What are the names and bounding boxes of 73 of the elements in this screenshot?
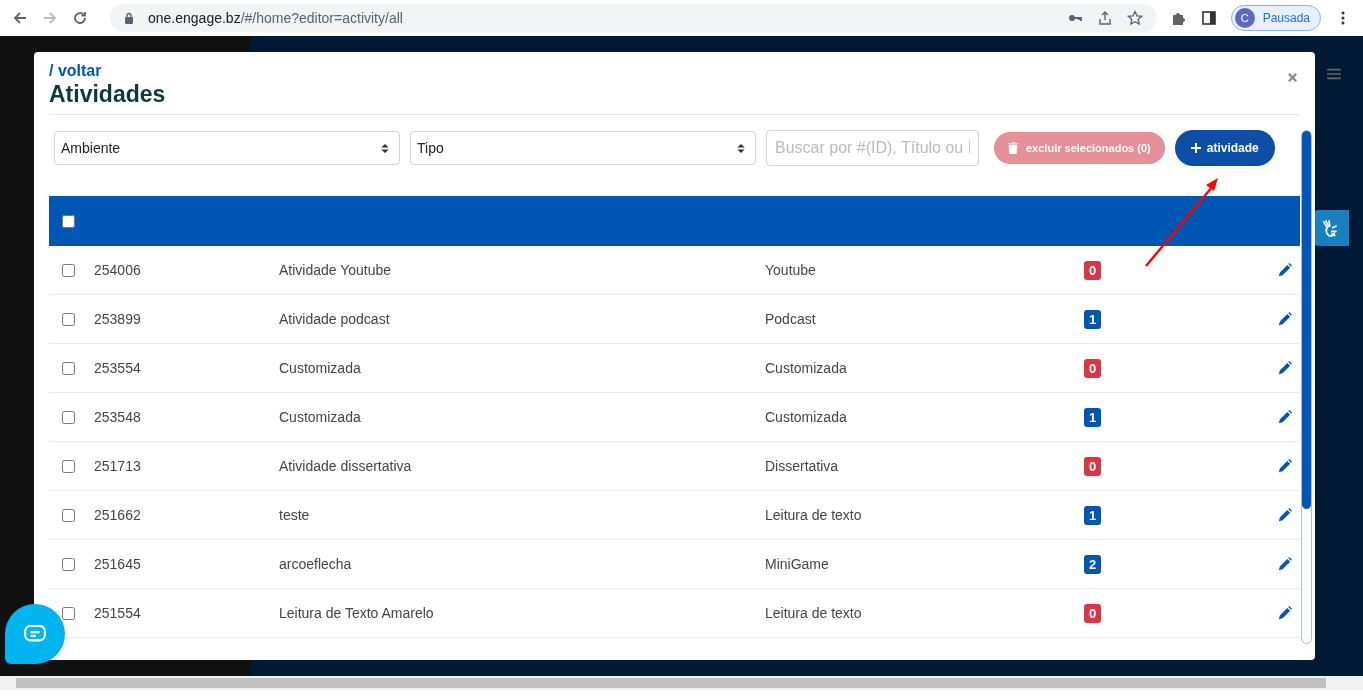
- count-badge: 1: [1084, 407, 1102, 427]
- sort-caret-icon: [381, 142, 389, 154]
- row-checkbox[interactable]: [62, 410, 75, 424]
- add-activity-button[interactable]: atividade: [1174, 130, 1275, 166]
- row-checkbox[interactable]: [62, 557, 75, 571]
- count-badge: 2: [1084, 554, 1102, 574]
- table-cell: 251662: [94, 507, 141, 523]
- puzzle-icon[interactable]: [1170, 10, 1187, 26]
- trash-icon: [1008, 142, 1018, 154]
- row-checkbox[interactable]: [62, 263, 75, 277]
- count-badge: 0: [1084, 260, 1102, 280]
- sidebar-icon[interactable]: [1200, 10, 1217, 26]
- row-checkbox[interactable]: [62, 459, 75, 473]
- row-checkbox[interactable]: [62, 312, 75, 326]
- reload-icon[interactable]: [72, 10, 88, 26]
- back-icon[interactable]: [12, 10, 28, 26]
- avatar: C: [1234, 8, 1255, 28]
- table-cell: Atividade Youtube: [279, 262, 392, 278]
- edit-icon[interactable]: [1277, 556, 1292, 572]
- star-icon[interactable]: [1126, 10, 1143, 26]
- lock-icon: [124, 12, 134, 24]
- edit-icon[interactable]: [1277, 605, 1292, 621]
- table-cell: arcoeflecha: [279, 556, 352, 572]
- address-bar[interactable]: one.engage.bz/#/home?editor=activity/all: [110, 4, 1157, 32]
- horizontal-scrollbar[interactable]: [0, 676, 1363, 690]
- edit-icon[interactable]: [1277, 262, 1292, 278]
- table-cell: 251554: [94, 605, 141, 621]
- count-badge: 1: [1084, 309, 1102, 329]
- url-text: one.engage.bz/#/home?editor=activity/all: [148, 10, 403, 26]
- row-checkbox[interactable]: [62, 361, 75, 375]
- select-field[interactable]: Ambiente: [54, 131, 400, 165]
- table-cell: 253554: [94, 360, 141, 376]
- edit-icon[interactable]: [1277, 458, 1292, 474]
- table-cell: Customizada: [279, 360, 361, 376]
- table-cell: Youtube: [765, 262, 816, 278]
- back-link[interactable]: / voltar: [49, 62, 166, 80]
- table-cell: Leitura de Texto Amarelo: [279, 605, 434, 621]
- table-cell: 251713: [94, 458, 141, 474]
- table-cell: Atividade dissertativa: [279, 458, 412, 474]
- row-checkbox[interactable]: [62, 606, 75, 620]
- table-cell: Customizada: [765, 409, 847, 425]
- edit-icon[interactable]: [1277, 507, 1292, 523]
- table-cell: Leitura de texto: [765, 605, 862, 621]
- count-badge: 1: [1084, 505, 1102, 525]
- row-checkbox[interactable]: [62, 508, 75, 522]
- table-cell: Atividade podcast: [279, 311, 390, 327]
- menu-icon[interactable]: [1327, 68, 1341, 80]
- table-cell: 251645: [94, 556, 141, 572]
- edit-icon[interactable]: [1277, 409, 1292, 425]
- table-cell: teste: [279, 507, 310, 523]
- table-cell: 253548: [94, 409, 141, 425]
- plus-icon: [1190, 143, 1201, 153]
- profile-button[interactable]: C Pausada: [1230, 5, 1321, 31]
- table-cell: Customizada: [279, 409, 361, 425]
- table-cell: 254006: [94, 262, 141, 278]
- select-field[interactable]: Tipo: [410, 131, 756, 165]
- table-cell: Podcast: [765, 311, 816, 327]
- table-cell: Dissertativa: [765, 458, 839, 474]
- share-icon[interactable]: [1096, 10, 1113, 26]
- table-cell: MiniGame: [765, 556, 829, 572]
- chat-icon: [24, 625, 46, 643]
- sort-caret-icon: [737, 142, 745, 154]
- count-badge: 0: [1084, 358, 1102, 378]
- table-cell: Customizada: [765, 360, 847, 376]
- edit-icon[interactable]: [1277, 311, 1292, 327]
- modal-title: Atividades: [49, 81, 166, 108]
- edit-icon[interactable]: [1277, 360, 1292, 376]
- table-cell: 253899: [94, 311, 141, 327]
- select-all-checkbox[interactable]: [62, 214, 75, 228]
- count-badge: 0: [1084, 603, 1102, 623]
- table-cell: Leitura de texto: [765, 507, 862, 523]
- count-badge: 0: [1084, 456, 1102, 476]
- close-icon[interactable]: [1287, 72, 1298, 83]
